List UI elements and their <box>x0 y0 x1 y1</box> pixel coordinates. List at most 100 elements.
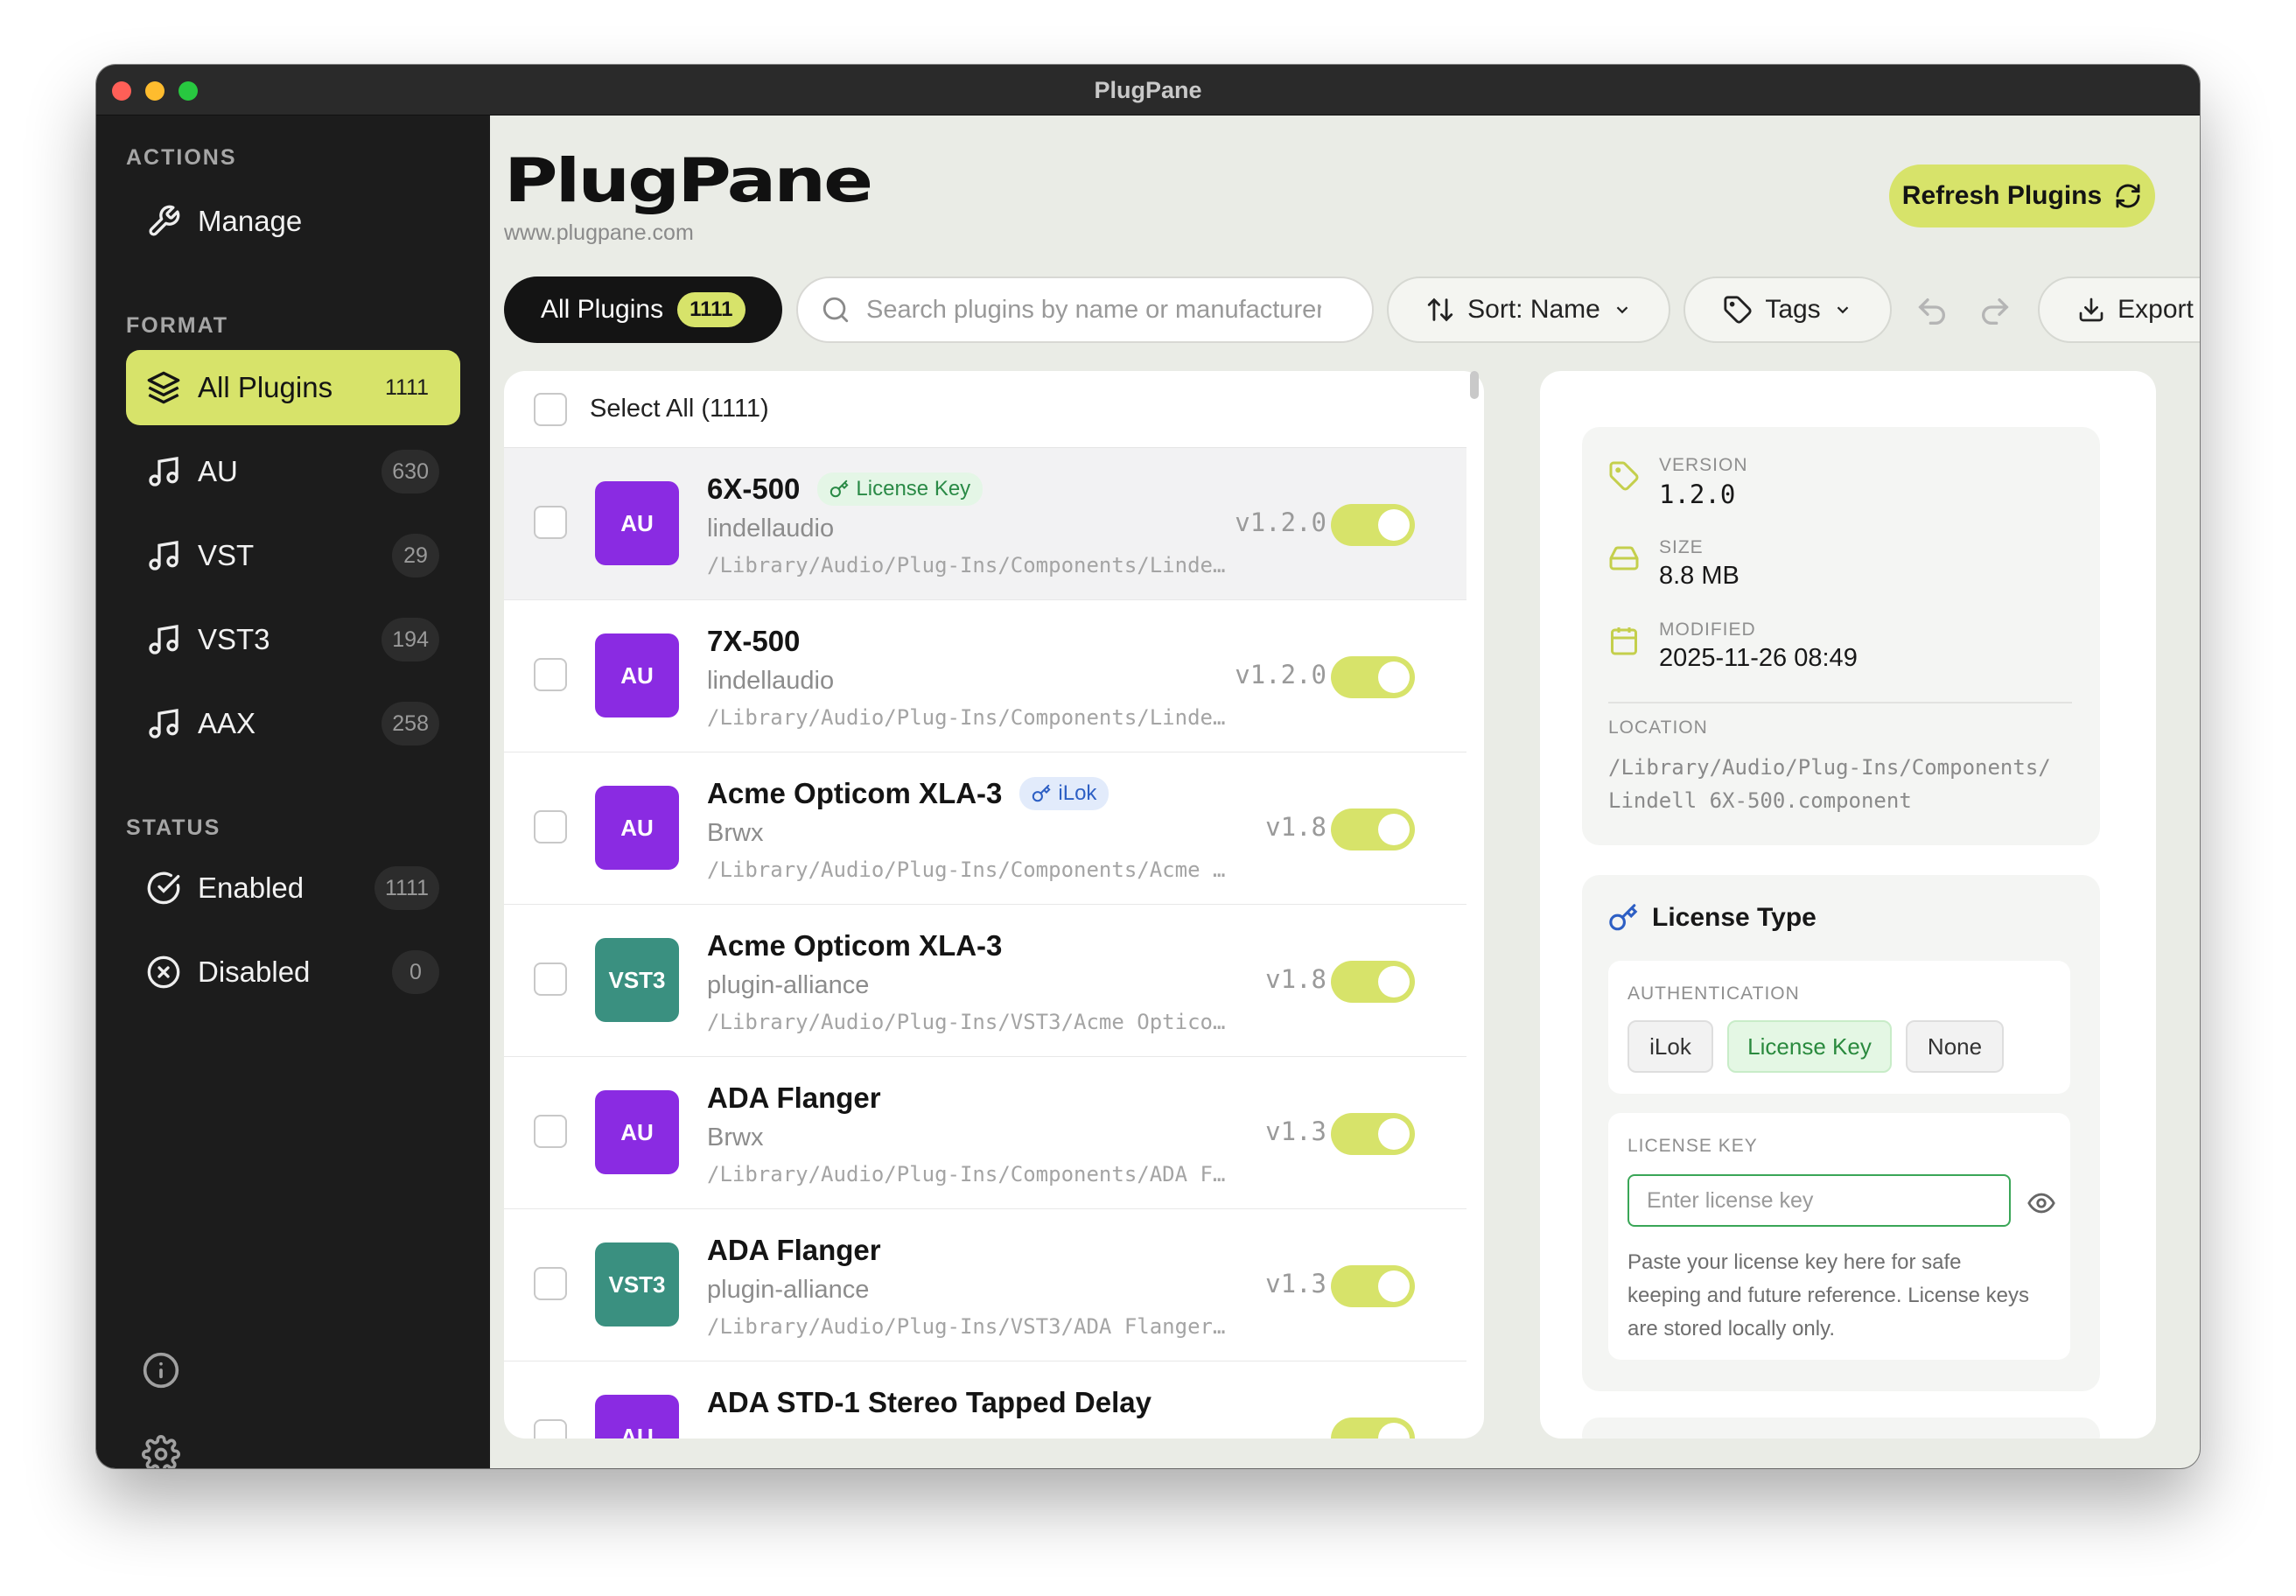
auth-option-ilok[interactable]: iLok <box>1628 1020 1713 1073</box>
search-box[interactable] <box>796 276 1374 343</box>
row-checkbox[interactable] <box>534 1115 567 1148</box>
list-item[interactable]: AU Acme Opticom XLA-3 iLok Brwx /Library… <box>504 752 1466 905</box>
list-item[interactable]: AU 7X-500 lindellaudio /Library/Audio/Pl… <box>504 600 1466 752</box>
sidebar-item-aax[interactable]: AAX 258 <box>126 686 460 761</box>
enable-toggle[interactable] <box>1331 656 1415 698</box>
tags-label: Tags <box>1765 295 1821 324</box>
plugin-name: ADA Flanger <box>707 1234 881 1266</box>
all-plugins-filter-button[interactable]: All Plugins 1111 <box>504 276 782 343</box>
wrench-icon <box>144 201 184 242</box>
tag-icon <box>1724 296 1752 324</box>
select-all-checkbox[interactable] <box>534 392 567 426</box>
select-all-row[interactable]: Select All (1111) <box>504 371 1466 448</box>
tags-dropdown[interactable]: Tags <box>1684 276 1892 343</box>
row-checkbox[interactable] <box>534 962 567 996</box>
sidebar-item-label: AU <box>198 455 238 487</box>
row-checkbox[interactable] <box>534 810 567 844</box>
enable-toggle[interactable] <box>1331 504 1415 546</box>
plugin-name-line: Acme Opticom XLA-3 <box>707 929 1002 962</box>
plugin-detail-panel: VERSION 1.2.0 SIZE 8.8 MB MODIFIED 2025-… <box>1540 371 2156 1438</box>
count-badge: 258 <box>382 702 439 746</box>
sidebar-item-label: VST3 <box>198 623 270 655</box>
plugin-name: Acme Opticom XLA-3 <box>707 777 1003 809</box>
enable-toggle[interactable] <box>1331 808 1415 850</box>
info-icon[interactable] <box>142 1351 180 1390</box>
plugin-version: v1.8 <box>1265 964 1326 994</box>
version-row: VERSION 1.2.0 <box>1608 455 1748 509</box>
hard-drive-icon <box>1609 546 1639 570</box>
license-key-input[interactable] <box>1628 1174 2011 1227</box>
list-item[interactable]: VST3 ADA Flanger plugin-alliance /Librar… <box>504 1209 1466 1362</box>
row-checkbox[interactable] <box>534 1419 567 1438</box>
count-badge: 1111 <box>374 866 439 910</box>
plugin-path: /Library/Audio/Plug-Ins/Components/Linde… <box>707 705 1232 730</box>
layers-icon <box>144 368 184 408</box>
sidebar-item-vst3[interactable]: VST3 194 <box>126 602 460 677</box>
format-section-label: FORMAT <box>126 313 229 338</box>
next-card <box>1582 1418 2100 1438</box>
format-badge: AU <box>595 481 679 565</box>
list-item[interactable]: AU 6X-500 License Key lindellaudio /Libr… <box>504 448 1466 600</box>
music-note-icon <box>144 704 184 744</box>
export-list-button[interactable]: Export List <box>2038 276 2200 343</box>
download-icon <box>2079 298 2104 322</box>
plugin-name: 6X-500 <box>707 472 801 505</box>
modified-row: MODIFIED 2025-11-26 08:49 <box>1608 620 1858 673</box>
count-badge: 630 <box>382 450 439 494</box>
plugin-name-line: 7X-500 <box>707 625 800 658</box>
sidebar-item-all-plugins[interactable]: All Plugins 1111 <box>126 350 460 425</box>
list-item[interactable]: AU ADA STD-1 Stereo Tapped Delay <box>504 1362 1466 1438</box>
sort-dropdown[interactable]: Sort: Name <box>1387 276 1670 343</box>
redo-icon[interactable] <box>1978 294 2012 329</box>
eye-icon[interactable] <box>2026 1188 2056 1218</box>
all-plugins-filter-label: All Plugins <box>541 295 664 324</box>
sidebar-item-disabled[interactable]: Disabled 0 <box>126 934 460 1010</box>
list-scrollbar[interactable] <box>1470 371 1479 399</box>
row-checkbox[interactable] <box>534 506 567 539</box>
website-url[interactable]: www.plugpane.com <box>504 220 694 246</box>
row-checkbox[interactable] <box>534 1267 567 1300</box>
plugin-vendor: Brwx <box>707 819 764 847</box>
sidebar-item-manage[interactable]: Manage <box>126 184 460 259</box>
plugin-info-card: VERSION 1.2.0 SIZE 8.8 MB MODIFIED 2025-… <box>1582 427 2100 845</box>
plugin-name-line: ADA Flanger <box>707 1234 881 1267</box>
ilok-tag: iLok <box>1019 777 1110 810</box>
format-badge: VST3 <box>595 1242 679 1326</box>
plugin-path: /Library/Audio/Plug-Ins/VST3/Acme Optico… <box>707 1010 1232 1034</box>
auth-option-none[interactable]: None <box>1906 1020 2004 1073</box>
version-value: 1.2.0 <box>1659 480 1736 509</box>
x-circle-icon <box>144 952 184 992</box>
format-badge: AU <box>595 786 679 870</box>
list-item[interactable]: VST3 Acme Opticom XLA-3 plugin-alliance … <box>504 905 1466 1057</box>
auth-option-license-key[interactable]: License Key <box>1727 1020 1892 1073</box>
undo-icon[interactable] <box>1914 294 1950 329</box>
plugin-version: v1.2.0 <box>1235 508 1326 537</box>
sidebar-item-enabled[interactable]: Enabled 1111 <box>126 850 460 926</box>
plugin-name-line: 6X-500 License Key <box>707 472 984 506</box>
format-badge: AU <box>595 1090 679 1174</box>
sidebar-item-label: VST <box>198 539 255 571</box>
plugin-vendor: plugin-alliance <box>707 971 870 999</box>
license-header: License Type <box>1608 903 1816 933</box>
modified-label: MODIFIED <box>1659 620 1756 640</box>
list-item[interactable]: AU ADA Flanger Brwx /Library/Audio/Plug-… <box>504 1057 1466 1209</box>
key-icon <box>830 480 850 498</box>
search-input[interactable] <box>866 295 1321 325</box>
enable-toggle[interactable] <box>1331 1418 1415 1438</box>
plugin-name-line: Acme Opticom XLA-3 iLok <box>707 777 1110 810</box>
sort-label: Sort: Name <box>1467 295 1600 324</box>
modified-value: 2025-11-26 08:49 <box>1659 644 1858 672</box>
gear-icon[interactable] <box>142 1435 180 1468</box>
enable-toggle[interactable] <box>1331 1265 1415 1307</box>
plugin-name: Acme Opticom XLA-3 <box>707 929 1003 962</box>
row-checkbox[interactable] <box>534 658 567 691</box>
tag-label: iLok <box>1058 781 1097 805</box>
refresh-plugins-button[interactable]: Refresh Plugins <box>1889 164 2155 228</box>
format-badge: AU <box>595 1395 679 1438</box>
enable-toggle[interactable] <box>1331 1113 1415 1155</box>
plugin-path: /Library/Audio/Plug-Ins/VST3/ADA Flanger… <box>707 1314 1232 1339</box>
sidebar-item-au[interactable]: AU 630 <box>126 434 460 509</box>
sidebar-item-vst[interactable]: VST 29 <box>126 518 460 593</box>
enable-toggle[interactable] <box>1331 961 1415 1003</box>
refresh-icon <box>2116 184 2140 208</box>
